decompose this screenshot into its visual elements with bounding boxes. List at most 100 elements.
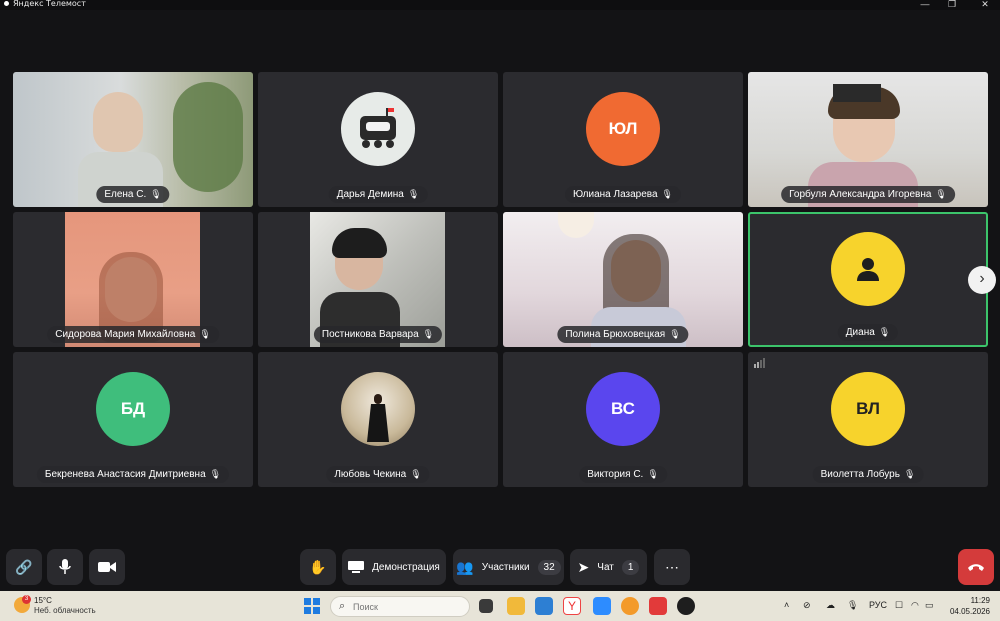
- avatar-photo: [367, 394, 389, 442]
- avatar: [341, 92, 415, 166]
- raise-hand-button[interactable]: ✋: [300, 549, 336, 585]
- cloud-icon[interactable]: ☁: [826, 600, 835, 611]
- air-conditioner: [833, 84, 881, 102]
- participants-button[interactable]: 👥 Участники 32: [453, 549, 564, 585]
- connection-quality-icon: [754, 358, 765, 368]
- send-icon: ➤: [577, 558, 590, 575]
- avatar: ВС: [586, 372, 660, 446]
- participant-name: Сидорова Мария Михайловна 🎙: [47, 326, 219, 343]
- hand-icon: ✋: [309, 558, 327, 575]
- participant-tile-speaking[interactable]: Диана 🎙: [748, 212, 988, 347]
- participant-tile[interactable]: Полина Брюховецкая 🎙: [503, 212, 743, 347]
- start-button[interactable]: [304, 598, 320, 614]
- more-dots-icon: ⋯: [665, 558, 679, 575]
- app-logo-icon: [4, 1, 9, 6]
- participant-tile[interactable]: Елена С. 🎙: [13, 72, 253, 207]
- battery-icon[interactable]: ▭: [925, 600, 934, 611]
- chevron-right-icon: ›: [979, 270, 985, 287]
- app-title: Яндекс Телемост: [4, 0, 86, 9]
- participant-tile[interactable]: ВС Виктория С. 🎙: [503, 352, 743, 487]
- copy-link-button[interactable]: 🔗: [6, 549, 42, 585]
- taskbar-search[interactable]: ⌕: [330, 596, 470, 617]
- camera-icon: [98, 562, 116, 572]
- participant-name: Горбуля Александра Игоревна 🎙: [781, 186, 955, 203]
- telemost-icon[interactable]: [677, 597, 695, 615]
- avatar: БД: [96, 372, 170, 446]
- participant-tile[interactable]: Постникова Варвара 🎙: [258, 212, 498, 347]
- participants-count-badge: 32: [537, 559, 561, 575]
- weather-temperature: 15°C: [34, 596, 52, 605]
- participant-tile[interactable]: ЮЛ Юлиана Лазарева 🎙: [503, 72, 743, 207]
- clock-time: 11:29: [970, 596, 990, 605]
- screen-share-icon: [348, 561, 365, 573]
- more-options-button[interactable]: ⋯: [654, 549, 690, 585]
- microphone-icon: 🎙: [407, 189, 420, 199]
- language-indicator[interactable]: РУС: [869, 600, 887, 610]
- participants-label: Участники: [481, 561, 530, 573]
- avatar-initials: ВС: [611, 399, 635, 418]
- wifi-icon[interactable]: ◠: [911, 600, 919, 611]
- microphone-icon: 🎙: [878, 327, 891, 337]
- notification-icon[interactable]: ☐: [895, 600, 903, 611]
- participant-tile[interactable]: БД Бекренева Анастасия Дмитриевна 🎙: [13, 352, 253, 487]
- microphone-button[interactable]: [47, 549, 83, 585]
- participant-name: Диана 🎙: [837, 324, 899, 341]
- yandex-app-icon[interactable]: [621, 597, 639, 615]
- windows-logo-icon: [304, 598, 311, 605]
- weather-widget[interactable]: 3 15°C Неб. облачность: [12, 595, 112, 617]
- participant-tile[interactable]: ВЛ Виолетта Лобурь 🎙: [748, 352, 988, 487]
- search-icon: ⌕: [339, 600, 346, 612]
- participant-tile[interactable]: Дарья Демина 🎙: [258, 72, 498, 207]
- minimize-button[interactable]: —: [915, 0, 935, 10]
- avatar: [341, 372, 415, 446]
- person-silhouette: [93, 92, 143, 152]
- window-title: Яндекс Телемост: [13, 0, 86, 8]
- yandex-browser-icon[interactable]: Y: [563, 597, 581, 615]
- microphone-icon: 🎙: [935, 189, 947, 199]
- clock-date: 04.05.2026: [949, 607, 990, 616]
- hang-up-icon: [968, 564, 984, 571]
- chevron-up-icon[interactable]: ˄: [784, 600, 789, 610]
- participant-tile[interactable]: Сидорова Мария Михайловна 🎙: [13, 212, 253, 347]
- close-button[interactable]: ✕: [975, 0, 995, 10]
- search-input[interactable]: [353, 600, 463, 614]
- plant: [173, 82, 243, 192]
- avatar: [831, 232, 905, 306]
- taskbar: 3 15°C Неб. облачность ⌕ Y ˄ ⊘ ☁ 🎙 РУС ☐…: [0, 591, 1000, 621]
- microphone-icon: 🎙: [661, 189, 673, 199]
- store-icon[interactable]: [535, 597, 553, 615]
- pdf-reader-icon[interactable]: [649, 597, 667, 615]
- avatar: ЮЛ: [586, 92, 660, 166]
- microphone-icon: 🎙: [647, 469, 659, 479]
- person-hair: [332, 228, 387, 258]
- camera-off-icon[interactable]: ⊘: [803, 600, 811, 611]
- microphone-icon: 🎙: [150, 189, 162, 199]
- microphone-icon: 🎙: [903, 469, 916, 479]
- participant-name: Постникова Варвара 🎙: [313, 326, 443, 343]
- chat-count-badge: 1: [621, 559, 640, 575]
- participant-name: Полина Брюховецкая 🎙: [557, 326, 689, 343]
- microphone-icon: 🎙: [209, 469, 222, 479]
- participant-tile[interactable]: Горбуля Александра Игоревна 🎙: [748, 72, 988, 207]
- participant-name: Юлиана Лазарева 🎙: [565, 186, 681, 203]
- maximize-button[interactable]: ❐: [942, 0, 962, 10]
- task-view-icon[interactable]: [479, 599, 493, 613]
- title-bar: Яндекс Телемост — ❐ ✕: [0, 0, 1000, 10]
- delivery-robot-icon: [360, 108, 396, 148]
- participant-name: Виолетта Лобурь 🎙: [812, 466, 924, 483]
- microphone-icon: 🎙: [199, 329, 211, 339]
- screen-share-button[interactable]: Демонстрация: [342, 549, 446, 585]
- avatar-initials: БД: [120, 399, 146, 418]
- microphone-tray-icon[interactable]: 🎙: [847, 600, 858, 611]
- end-call-button[interactable]: [958, 549, 994, 585]
- participant-name: Елена С. 🎙: [96, 186, 170, 203]
- participant-tile[interactable]: Любовь Чекина 🎙: [258, 352, 498, 487]
- participant-name: Бекренева Анастасия Дмитриевна 🎙: [36, 466, 230, 483]
- camera-button[interactable]: [89, 549, 125, 585]
- chat-button[interactable]: ➤ Чат 1: [570, 549, 647, 585]
- clock[interactable]: 11:29 04.05.2026: [950, 595, 990, 617]
- zoom-icon[interactable]: [593, 597, 611, 615]
- next-page-button[interactable]: ›: [968, 266, 996, 294]
- file-explorer-icon[interactable]: [507, 597, 525, 615]
- microphone-icon: [59, 559, 71, 574]
